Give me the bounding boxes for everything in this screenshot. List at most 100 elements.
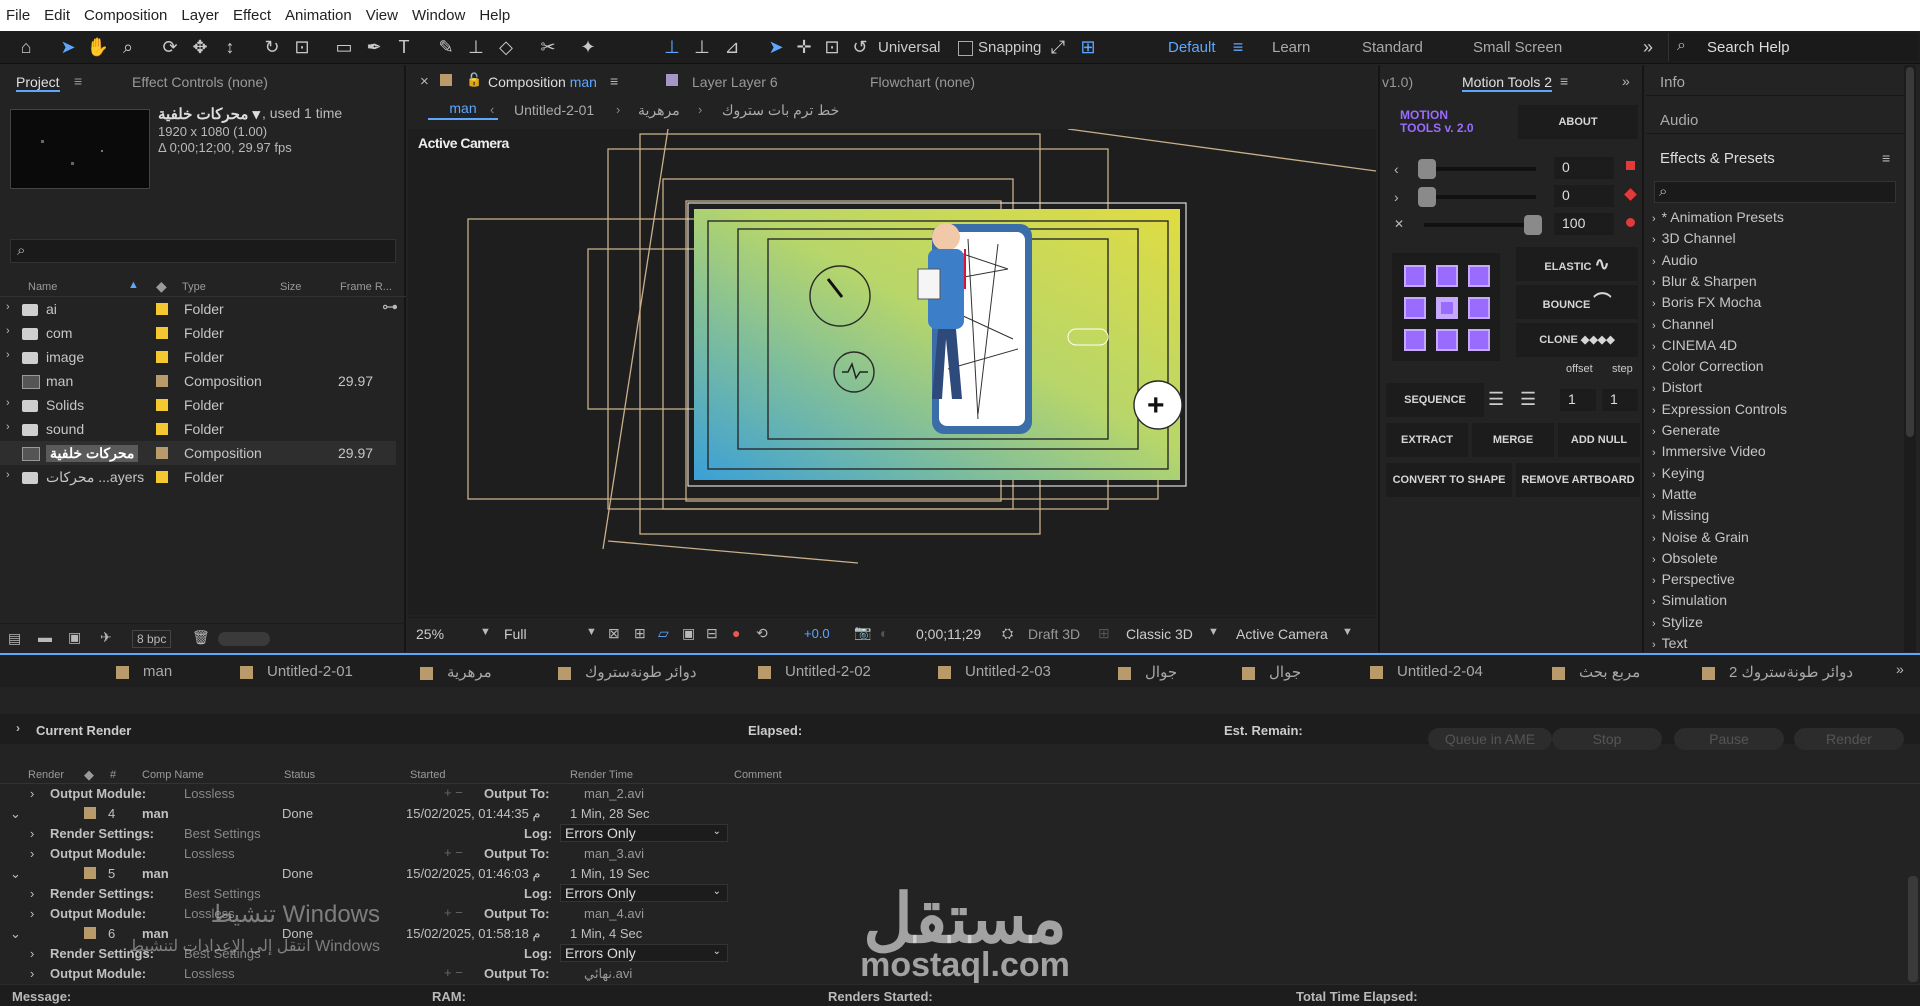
keyframe-square-icon[interactable] (1626, 161, 1635, 170)
exposure-value[interactable]: +0.0 (804, 626, 830, 641)
chevron-right-icon[interactable]: › (6, 349, 10, 361)
queue-comp-tab[interactable]: 2 دوائر طونةستروك (1702, 663, 1853, 681)
puppet-pin-icon[interactable]: ✦ (576, 35, 600, 59)
search-help-box[interactable]: ⌕ Search Help (1668, 33, 1918, 61)
pause-button[interactable]: Pause (1674, 728, 1784, 750)
chevron-down-icon[interactable]: ⌄ (10, 926, 21, 942)
tab-composition[interactable]: Composition man (488, 74, 597, 90)
menu-help[interactable]: Help (479, 7, 510, 24)
axis-view-icon[interactable]: ⊿ (720, 35, 744, 59)
effect-category[interactable]: › Stylize (1652, 614, 1703, 630)
resolution-dropdown[interactable]: Full (504, 626, 527, 642)
stop-button[interactable]: Stop (1552, 728, 1662, 750)
anchor-point-button[interactable] (1404, 265, 1426, 287)
extended-viewer-icon[interactable]: ⊞ (1098, 625, 1110, 642)
effect-category[interactable]: › * Animation Presets (1652, 209, 1784, 225)
move-3d-icon[interactable]: ✛ (792, 35, 816, 59)
output-module-value[interactable]: Lossless (184, 846, 235, 861)
project-item[interactable]: › ai Folder (0, 297, 396, 321)
chevron-right-icon[interactable]: › (16, 721, 20, 735)
chevron-right-icon[interactable]: › (1394, 189, 1399, 205)
output-module-value[interactable]: Lossless (184, 966, 235, 981)
effect-category[interactable]: › Simulation (1652, 592, 1727, 608)
breadcrumb-item[interactable]: مرهرية (638, 102, 680, 119)
add-output-icon[interactable]: + − (444, 965, 463, 980)
menu-animation[interactable]: Animation (285, 7, 352, 24)
queue-comp-tab[interactable]: جوال (1242, 663, 1301, 681)
project-item[interactable]: › sound Folder (0, 417, 396, 441)
column-comp-name[interactable]: Comp Name (142, 769, 204, 781)
tab-effects-presets[interactable]: Effects & Presets (1660, 150, 1775, 167)
motion-tools-menu-icon[interactable]: ≡ (1560, 73, 1568, 89)
column-name[interactable]: Name (28, 281, 57, 293)
close-comp-icon[interactable]: × (420, 73, 429, 90)
log-dropdown[interactable]: Errors Only ⌄ (560, 944, 728, 962)
bit-depth-button[interactable]: 8 bpc (132, 630, 172, 648)
roto-brush-icon[interactable]: ✂ (536, 35, 560, 59)
value-field[interactable]: 0 (1554, 185, 1614, 207)
effect-category[interactable]: › Matte (1652, 486, 1697, 502)
render-queue-item[interactable]: ⌄ 4 man Done 15/02/2025, 01:44:35 م 1 Min, 28… (0, 804, 1900, 824)
column-render-time[interactable]: Render Time (570, 769, 633, 781)
add-output-icon[interactable]: + − (444, 905, 463, 920)
panel-overflow-icon[interactable]: » (1622, 73, 1630, 89)
slider-handle[interactable] (1418, 159, 1436, 179)
pan-camera-icon[interactable]: ✥ (188, 35, 212, 59)
value-field[interactable]: 0 (1554, 157, 1614, 179)
remove-artboard-button[interactable]: REMOVE ARTBOARD (1516, 463, 1640, 497)
transparency-grid-icon[interactable]: ⊞ (634, 625, 646, 642)
effect-category[interactable]: › Noise & Grain (1652, 529, 1749, 545)
chevron-right-icon[interactable]: › (30, 846, 34, 861)
tab-flowchart[interactable]: Flowchart (none) (870, 74, 975, 90)
slider-handle[interactable] (1418, 187, 1436, 207)
menu-window[interactable]: Window (412, 7, 465, 24)
zoom-tool-icon[interactable]: ⌕ (116, 35, 140, 59)
chevron-down-icon[interactable]: ▼ (586, 626, 597, 638)
menu-edit[interactable]: Edit (44, 7, 70, 24)
output-module-row[interactable]: › Output Module: Lossless + − Output To: man_… (0, 844, 1900, 864)
chevron-right-icon[interactable]: › (6, 421, 10, 433)
effect-category[interactable]: › Boris FX Mocha (1652, 294, 1761, 310)
effect-category[interactable]: › Obsolete (1652, 550, 1718, 566)
workspace-learn[interactable]: Learn (1272, 39, 1310, 56)
queue-scrollbar-thumb[interactable] (1908, 876, 1918, 982)
queue-comp-tab[interactable]: Untitled-2-01 (240, 663, 353, 680)
menu-file[interactable]: File (6, 7, 30, 24)
effect-category[interactable]: › Color Correction (1652, 358, 1764, 374)
anchor-point-button[interactable] (1404, 329, 1426, 351)
queue-in-ame-button[interactable]: Queue in AME (1428, 728, 1552, 750)
workspace-default[interactable]: Default (1168, 39, 1216, 56)
sequence-button[interactable]: SEQUENCE (1386, 383, 1484, 417)
interpret-footage-icon[interactable]: ▤ (8, 630, 21, 647)
effect-category[interactable]: › Channel (1652, 316, 1714, 332)
channel-icon[interactable]: ● (732, 625, 740, 641)
lock-icon[interactable]: 🔓 (466, 72, 482, 88)
column-size[interactable]: Size (280, 281, 301, 293)
chevron-down-icon[interactable]: ▼ (1342, 626, 1353, 638)
keyframe-diamond-icon[interactable] (1624, 188, 1637, 201)
orbit-camera-icon[interactable]: ⟳ (158, 35, 182, 59)
renderer-dropdown[interactable]: Classic 3D (1126, 626, 1193, 642)
type-tool-icon[interactable]: T (392, 35, 416, 59)
menu-layer[interactable]: Layer (181, 7, 219, 24)
queue-comp-tab[interactable]: man (116, 663, 172, 680)
column-comment[interactable]: Comment (734, 769, 782, 781)
menu-composition[interactable]: Composition (84, 7, 167, 24)
clone-stamp-icon[interactable]: ⊥ (464, 35, 488, 59)
tab-audio[interactable]: Audio (1660, 112, 1698, 129)
offset-field[interactable]: 1 (1560, 389, 1596, 411)
tabs-overflow-icon[interactable]: » (1896, 661, 1904, 677)
convert-to-shape-button[interactable]: CONVERT TO SHAPE (1386, 463, 1512, 497)
eraser-tool-icon[interactable]: ◇ (494, 35, 518, 59)
queue-comp-tab[interactable]: مربع بحث (1552, 663, 1640, 681)
show-snapshot-icon[interactable]: ◐ (880, 625, 888, 641)
effect-category[interactable]: › Text (1652, 635, 1687, 651)
pen-tool-icon[interactable]: ✒ (362, 35, 386, 59)
column-type[interactable]: Type (182, 281, 206, 293)
anchor-point-button[interactable] (1436, 265, 1458, 287)
axis-local-icon[interactable]: ⊥ (660, 35, 684, 59)
effects-search-input[interactable]: ⌕ (1654, 181, 1896, 203)
clone-button[interactable]: CLONE ◆◆◆◆ (1516, 323, 1638, 357)
selection-tool-icon[interactable]: ➤ (56, 35, 80, 59)
sequence-reverse-icon[interactable]: ☰ (1520, 389, 1536, 410)
